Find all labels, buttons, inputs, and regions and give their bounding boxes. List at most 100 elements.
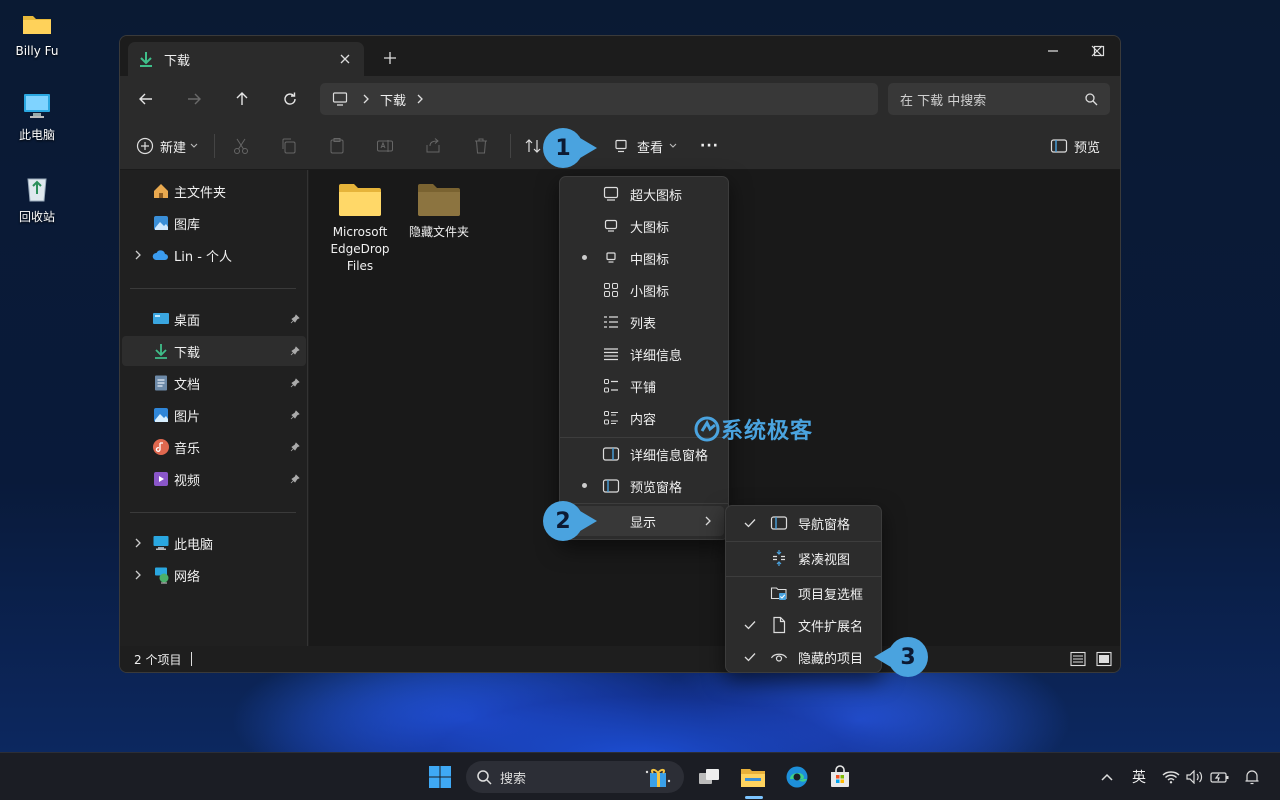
pin-icon[interactable] — [290, 474, 300, 484]
view-menu-item-large[interactable]: 大图标 — [564, 211, 724, 241]
up-arrow-icon[interactable] — [228, 86, 256, 112]
recycle-bin-icon — [21, 172, 53, 204]
copy-icon[interactable] — [280, 134, 298, 158]
notification-bell-icon[interactable] — [1244, 767, 1260, 787]
view-menu-item-medium[interactable]: 中图标 — [564, 243, 724, 273]
pin-icon[interactable] — [290, 378, 300, 388]
taskbar-search[interactable]: 搜索 — [466, 761, 684, 793]
sidebar-item-documents[interactable]: 文档 — [122, 368, 306, 398]
pin-icon[interactable] — [290, 442, 300, 452]
chevron-right-icon[interactable] — [362, 94, 370, 104]
view-menu: 超大图标 大图标 中图标 小图标 列表 详细信息 平铺 内容 详细信息窗格 预览… — [559, 176, 729, 540]
show-item-hidden-items[interactable]: 隐藏的项目 — [730, 642, 877, 672]
show-item-item-checkboxes[interactable]: 项目复选框 — [730, 578, 877, 608]
minimize-icon[interactable] — [1030, 36, 1076, 66]
refresh-icon[interactable] — [276, 86, 304, 112]
desktop-icon-this-pc[interactable]: 此电脑 — [0, 90, 74, 143]
task-view-icon[interactable] — [692, 761, 726, 793]
tab-downloads[interactable]: 下载 — [128, 42, 364, 76]
address-bar[interactable]: 下载 — [320, 83, 878, 115]
paste-icon[interactable] — [328, 134, 346, 158]
large-icons-view-icon[interactable] — [1096, 651, 1112, 667]
preview-button[interactable]: 预览 — [1050, 134, 1100, 158]
pin-icon[interactable] — [290, 314, 300, 324]
sidebar-item-home[interactable]: 主文件夹 — [122, 176, 306, 206]
close-tab-icon[interactable] — [336, 50, 354, 68]
show-item-file-extensions[interactable]: 文件扩展名 — [730, 610, 877, 640]
view-menu-item-small[interactable]: 小图标 — [564, 275, 724, 305]
show-hidden-icons-chevron[interactable] — [1100, 767, 1114, 787]
breadcrumb-downloads[interactable]: 下载 — [380, 90, 406, 109]
more-options-button[interactable]: ··· — [700, 134, 719, 158]
monitor-icon — [21, 90, 53, 122]
gift-icon — [644, 766, 672, 788]
volume-icon[interactable] — [1186, 767, 1204, 787]
watermark-logo-icon — [694, 416, 720, 442]
sidebar-item-desktop[interactable]: 桌面 — [122, 304, 306, 334]
menu-item-label: 超大图标 — [630, 188, 683, 204]
start-icon[interactable] — [423, 761, 457, 793]
sidebar-item-downloads[interactable]: 下载 — [122, 336, 306, 366]
file-explorer-taskbar-icon[interactable] — [736, 761, 770, 793]
wifi-icon[interactable] — [1162, 767, 1180, 787]
details-view-icon[interactable] — [1070, 651, 1086, 667]
delete-icon[interactable] — [472, 134, 490, 158]
pin-icon[interactable] — [290, 410, 300, 420]
file-item-hidden-folder[interactable]: 隐藏文件夹 — [399, 182, 479, 241]
sidebar-item-label: 图片 — [174, 409, 201, 425]
pin-icon[interactable] — [290, 346, 300, 356]
desktop-icon-label: Billy Fu — [15, 44, 59, 58]
sidebar-item-label: 图库 — [174, 217, 201, 233]
file-icon — [770, 616, 788, 634]
menu-item-label: 列表 — [630, 316, 657, 332]
search-icon — [476, 769, 492, 785]
chevron-right-icon[interactable] — [416, 94, 424, 104]
view-menu-item-list[interactable]: 列表 — [564, 307, 724, 337]
new-button[interactable]: 新建 — [136, 134, 198, 158]
view-menu-item-tiles[interactable]: 平铺 — [564, 371, 724, 401]
sidebar-item-label: Lin - 个人 — [174, 249, 233, 265]
sidebar-item-gallery[interactable]: 图库 — [122, 208, 306, 238]
grid-icon — [602, 281, 620, 299]
share-icon[interactable] — [424, 134, 442, 158]
view-menu-item-details[interactable]: 详细信息 — [564, 339, 724, 369]
show-item-compact-view[interactable]: 紧凑视图 — [730, 543, 877, 573]
sidebar-item-label: 此电脑 — [174, 537, 214, 553]
folder-icon — [338, 182, 382, 218]
view-menu-item-preview-pane[interactable]: 预览窗格 — [564, 471, 724, 501]
details-icon — [602, 345, 620, 363]
search-input[interactable]: 在 下载 中搜索 — [888, 83, 1110, 115]
new-tab-icon[interactable] — [380, 48, 400, 68]
sidebar-item-pictures[interactable]: 图片 — [122, 400, 306, 430]
desktop-icon-recycle-bin[interactable]: 回收站 — [0, 172, 74, 225]
sidebar-divider — [130, 512, 296, 513]
sidebar-item-this-pc[interactable]: 此电脑 — [122, 528, 306, 558]
chevron-right-icon[interactable] — [134, 250, 142, 260]
forward-arrow-icon[interactable] — [180, 86, 208, 112]
back-arrow-icon[interactable] — [132, 86, 160, 112]
menu-divider — [726, 576, 881, 577]
sidebar-item-videos[interactable]: 视频 — [122, 464, 306, 494]
chevron-right-icon[interactable] — [134, 538, 142, 548]
cut-icon[interactable] — [232, 134, 250, 158]
file-item-folder[interactable]: Microsoft EdgeDrop Files — [320, 182, 400, 275]
rename-icon[interactable] — [376, 134, 394, 158]
close-window-button[interactable] — [1074, 36, 1120, 66]
sidebar-item-onedrive[interactable]: Lin - 个人 — [122, 240, 306, 270]
sort-icon[interactable] — [524, 134, 542, 158]
battery-icon[interactable] — [1210, 767, 1230, 787]
watermark: 系统极客 — [693, 413, 813, 445]
desktop-icon-user-folder[interactable]: Billy Fu — [0, 8, 74, 58]
monitor-icon — [614, 139, 628, 153]
video-icon — [152, 470, 170, 488]
show-item-navigation-pane[interactable]: 导航窗格 — [730, 508, 877, 538]
edge-icon[interactable] — [780, 761, 814, 793]
view-button[interactable]: 查看 — [614, 134, 677, 158]
chevron-right-icon[interactable] — [134, 570, 142, 580]
view-menu-item-extra-large[interactable]: 超大图标 — [564, 179, 724, 209]
sidebar-item-music[interactable]: 音乐 — [122, 432, 306, 462]
sidebar-item-network[interactable]: 网络 — [122, 560, 306, 590]
menu-item-label: 小图标 — [630, 284, 670, 300]
ime-indicator[interactable]: 英 — [1132, 767, 1146, 787]
store-icon[interactable] — [823, 761, 857, 793]
